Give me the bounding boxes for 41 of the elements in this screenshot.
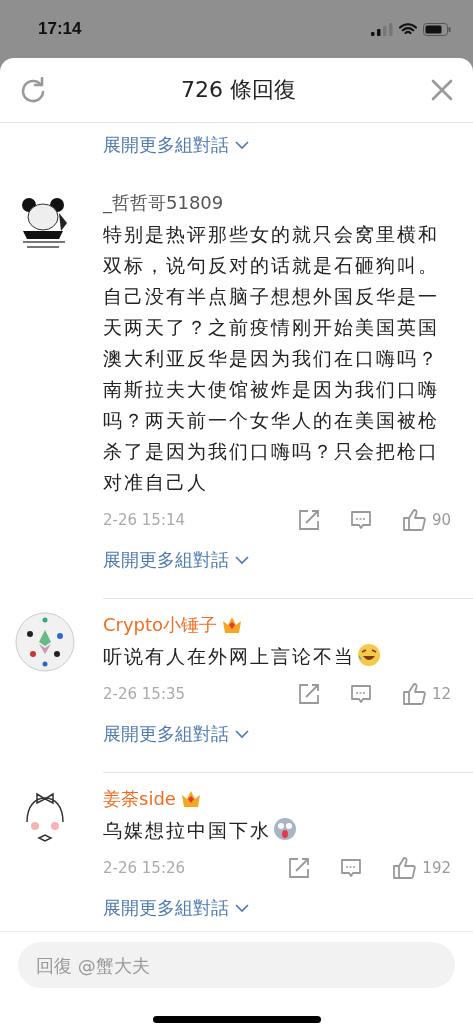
expand-link[interactable]: 展開更多組對話 (103, 548, 249, 572)
share-icon[interactable] (297, 683, 320, 705)
share-icon[interactable] (297, 509, 320, 531)
chevron-down-icon (235, 140, 249, 150)
chevron-down-icon (235, 555, 249, 565)
like-icon[interactable] (401, 508, 426, 532)
comment-time: 2-26 15:14 (103, 511, 186, 529)
chevron-down-icon (235, 903, 249, 913)
wifi-icon (399, 22, 417, 36)
expand-link[interactable]: 展開更多組對話 (103, 722, 249, 746)
like-count: 192 (422, 859, 451, 877)
dizzy-emoji-icon (273, 817, 297, 841)
crown-badge-icon (221, 615, 244, 635)
user-name[interactable]: _哲哲哥51809 (103, 191, 224, 215)
like-count: 90 (431, 511, 451, 529)
comment-time: 2-26 15:35 (103, 685, 186, 703)
close-icon[interactable] (431, 79, 453, 101)
status-time: 17:14 (38, 19, 82, 39)
comment-text: 乌媒想拉中国下水 (103, 819, 271, 841)
like-icon[interactable] (401, 682, 426, 706)
expand-link[interactable]: 展開更多組對話 (103, 133, 249, 157)
share-icon[interactable] (288, 857, 311, 879)
like-count: 12 (431, 685, 451, 703)
battery-icon (423, 22, 451, 36)
laughing-emoji-icon (357, 643, 381, 667)
signal-icon (371, 22, 393, 36)
reply-field[interactable]: 回復 @蟹大夫 (18, 942, 455, 988)
expand-link[interactable]: 展開更多組對話 (103, 896, 249, 920)
crown-badge-icon (179, 789, 202, 809)
comment-time: 2-26 15:26 (103, 859, 186, 877)
user-name[interactable]: Crypto小锤子 (103, 613, 218, 637)
like-icon[interactable] (392, 856, 417, 880)
comment-icon[interactable] (349, 509, 372, 531)
comment-text: 特别是热评那些女的就只会窝里横和双标，说句反对的话就是石砸狗叫。自己没有半点脑子想想外国反华是一天两天了？之前疫情刚开始美国英国澳大利亚反华是因为我们在口嗨吗？南斯拉夫大使馆被炸是因为我们口嗨吗？两天前一个女华人的在美国被枪杀了是因为我们口嗨吗？只会把枪口对准自己人 (103, 223, 439, 493)
comment-icon[interactable] (340, 857, 363, 879)
comment-text: 听说有人在外网上言论不当 (103, 645, 355, 667)
refresh-icon[interactable] (20, 77, 46, 103)
sheet-title: 726 條回復 (181, 76, 296, 104)
comment-icon[interactable] (349, 683, 372, 705)
chevron-down-icon (235, 729, 249, 739)
user-name[interactable]: 姜荼side (103, 787, 176, 811)
